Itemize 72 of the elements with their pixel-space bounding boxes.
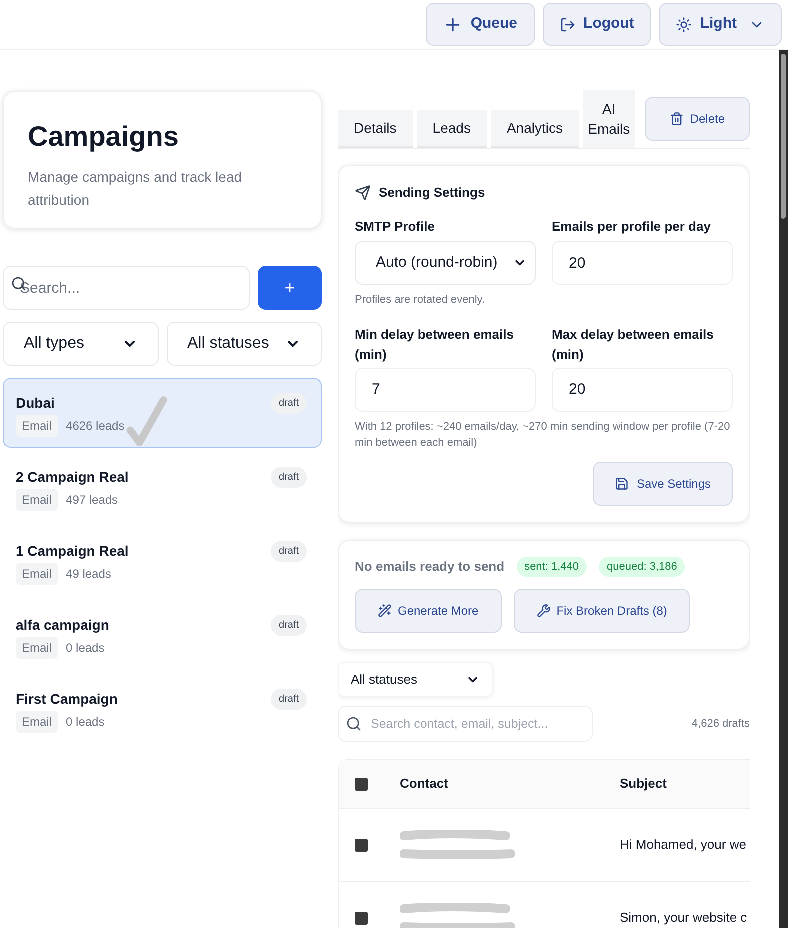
search-icon [346,716,362,732]
send-icon [355,184,371,201]
search-field[interactable]: Search... [3,266,250,310]
field-label: SMTP Profile [355,218,436,236]
save-settings-button[interactable]: Save Settings [593,462,733,506]
input-field[interactable]: 20 [552,368,733,412]
drafts-count: 4,626 drafts [692,716,750,732]
type-tag: Email [16,563,58,585]
filter-dropdown[interactable]: All statuses [166,322,322,366]
leads-count: 4626 leads [66,418,125,435]
count-badge: queued: 3,186 [599,556,686,577]
field-label: Max delay between emails (min) [552,326,715,364]
campaign-name: 2 Campaign Real [16,468,129,487]
campaign-name: 1 Campaign Real [16,542,129,561]
tab[interactable]: Leads [416,110,487,148]
checkbox[interactable] [355,778,368,790]
input-field[interactable]: 7 [355,368,536,412]
logout-button[interactable]: Logout [542,3,652,46]
tab[interactable]: Analytics [490,110,579,148]
field-label: Emails per profile per day [552,218,712,236]
scrollbar[interactable] [779,50,788,928]
page-title: Campaigns [28,120,180,154]
column-header: Contact [400,775,450,794]
generate-button[interactable]: Generate More [355,589,502,633]
type-tag: Email [16,637,58,659]
smtp-profile-dropdown[interactable]: Auto (round-robin) [355,241,536,285]
tab[interactable]: AI Emails [582,90,636,148]
campaign-name: First Campaign [16,690,118,709]
add-button[interactable]: + [258,266,322,310]
campaign-name: Dubai [16,394,55,413]
wrench-icon [536,604,551,618]
queue-button[interactable]: Queue [426,3,535,46]
campaign-item[interactable]: Dubai draft Email 4626 leads [3,378,322,448]
campaign-name: alfa campaign [16,616,110,635]
save-icon [614,476,629,490]
type-tag: Email [16,415,58,437]
checkbox[interactable] [355,912,368,924]
field-hint: Profiles are rotated evenly. [355,293,486,308]
type-tag: Email [16,711,58,733]
settings-summary: With 12 profiles: ~240 emails/day, ~270 min sending window per profile (7-20 min between each email) [355,420,732,450]
status-badge: draft [270,689,307,710]
page-subtitle: Manage campaigns and track lead attribution [28,168,244,210]
magic-wand-icon [378,604,392,618]
status-badge: draft [270,393,307,414]
input-field[interactable]: 20 [552,241,733,285]
checkbox[interactable] [355,838,368,852]
count-badge: sent: 1,440 [516,556,587,577]
status-dropdown[interactable]: All statuses [338,662,493,697]
status-badge: draft [270,467,307,488]
status-badge: draft [270,615,307,636]
subject-cell-text: Hi Mohamed, your we [620,836,746,854]
fix-button[interactable]: Fix Broken Drafts (8) [514,589,690,633]
field-label: Min delay between emails (min) [355,326,515,364]
trash-icon [670,112,684,126]
logout-icon [560,16,576,32]
theme-dropdown[interactable]: Light [659,3,782,46]
column-header: Subject [620,775,667,794]
check-icon [126,395,168,447]
leads-count: 49 leads [66,566,112,583]
draft-search-field[interactable]: Search contact, email, subject... [338,706,593,742]
leads-count: 497 leads [66,492,118,509]
sun-icon [676,16,692,32]
card-title: Sending Settings [379,184,486,202]
status-badge: draft [270,541,307,562]
leads-count: 0 leads [66,640,105,657]
leads-count: 0 leads [66,714,105,731]
subject-cell-text: Simon, your website c [620,909,748,928]
type-tag: Email [16,489,58,511]
tab[interactable]: Details [338,110,413,148]
filter-dropdown[interactable]: All types [3,322,158,366]
queue-message: No emails ready to send [355,558,505,576]
delete-button[interactable]: Delete [645,97,750,141]
